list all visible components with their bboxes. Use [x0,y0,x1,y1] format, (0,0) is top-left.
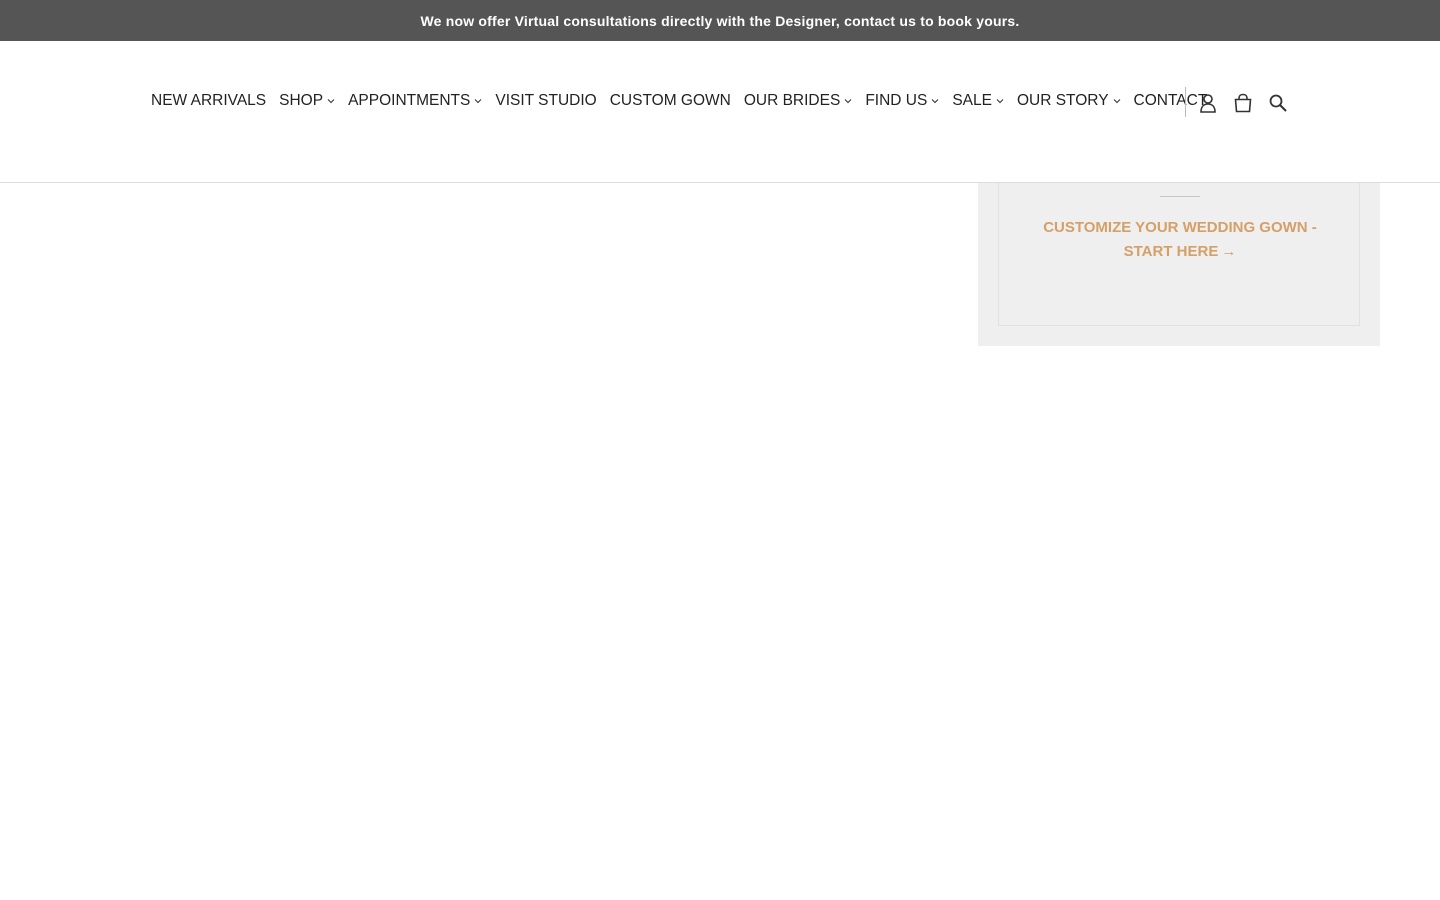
header-divider [1185,87,1186,117]
cart-icon [1233,93,1253,113]
chevron-down-icon [844,97,852,105]
sidebar-card-inner: CUSTOMIZE YOUR WEDDING GOWN - START HERE… [998,170,1360,326]
nav-item-label: VISIT STUDIO [495,92,597,109]
site-header: NEW ARRIVALS SHOP APPOINTMENTS VISIT STU… [0,41,1440,183]
nav-item-new-arrivals[interactable]: NEW ARRIVALS [151,92,266,110]
nav-item-label: CUSTOM GOWN [609,92,731,109]
user-icon [1199,93,1217,113]
account-button[interactable] [1197,91,1219,115]
nav-item-appointments[interactable]: APPOINTMENTS [348,92,482,110]
customize-gown-link[interactable]: CUSTOMIZE YOUR WEDDING GOWN - START HERE… [999,216,1361,264]
nav-item-label: SHOP [279,92,324,109]
nav-item-label: SALE [952,92,992,109]
nav-item-our-brides[interactable]: OUR BRIDES [744,92,852,110]
announcement-text: We now offer Virtual consultations direc… [420,12,1020,29]
nav-item-label: OUR STORY [1016,92,1109,109]
chevron-down-icon [327,97,335,105]
cta-line-1: CUSTOMIZE YOUR WEDDING GOWN - [1043,219,1317,236]
chevron-down-icon [474,97,482,105]
chevron-down-icon [996,97,1004,105]
search-icon [1268,93,1288,113]
nav-item-visit-studio[interactable]: VISIT STUDIO [495,92,596,110]
search-button[interactable] [1267,91,1289,115]
announcement-bar: We now offer Virtual consultations direc… [0,0,1440,41]
nav-item-find-us[interactable]: FIND US [865,92,939,110]
nav-item-label: OUR BRIDES [743,92,841,109]
main-nav: NEW ARRIVALS SHOP APPOINTMENTS VISIT STU… [151,90,1220,112]
nav-item-label: FIND US [865,92,928,109]
chevron-down-icon [1113,97,1121,105]
nav-item-shop[interactable]: SHOP [279,92,335,110]
sidebar-rule [1160,196,1200,197]
cta-line-2: START HERE [1123,243,1219,260]
cart-button[interactable] [1232,91,1254,115]
chevron-down-icon [931,97,939,105]
cta-line-2-wrap: START HERE → [999,240,1361,264]
nav-item-sale[interactable]: SALE [952,92,1004,110]
sidebar-card: CUSTOMIZE YOUR WEDDING GOWN - START HERE… [978,170,1380,346]
nav-item-label: APPOINTMENTS [348,92,471,109]
nav-item-custom-gown[interactable]: CUSTOM GOWN [610,92,731,110]
nav-item-label: NEW ARRIVALS [151,92,267,109]
nav-item-our-story[interactable]: OUR STORY [1017,92,1121,110]
arrow-right-icon: → [1221,243,1237,260]
